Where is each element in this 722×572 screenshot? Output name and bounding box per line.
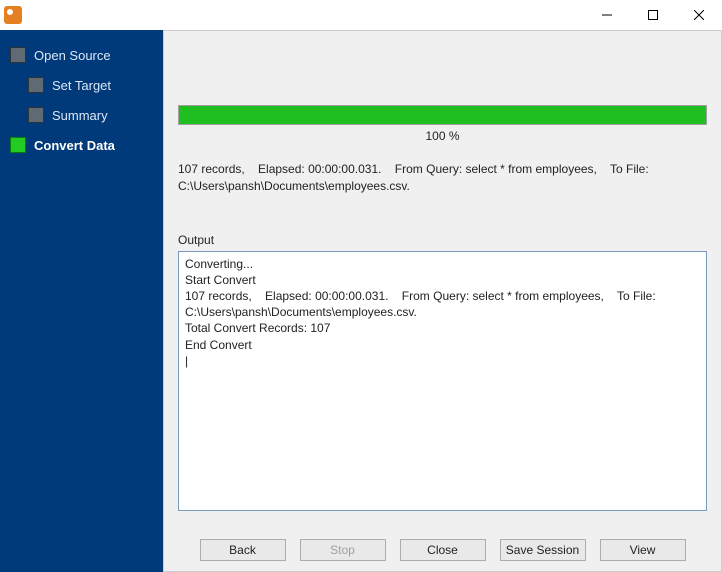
save-session-button[interactable]: Save Session [500,539,586,561]
window-controls [584,0,722,30]
output-textarea[interactable]: Converting...Start Convert107 records, E… [178,251,707,511]
step-label: Open Source [34,48,111,63]
progress-fill [179,106,706,124]
output-label: Output [178,233,707,247]
step-label: Summary [52,108,108,123]
wizard-step-convert-data[interactable]: Convert Data [0,132,163,158]
wizard-step-summary[interactable]: Summary [0,102,163,128]
maximize-button[interactable] [630,0,676,30]
step-label: Convert Data [34,138,115,153]
progress-label: 100 % [178,129,707,143]
back-button[interactable]: Back [200,539,286,561]
step-status-icon [28,77,44,93]
output-line: End Convert [185,337,700,353]
step-status-icon [10,47,26,63]
stop-button: Stop [300,539,386,561]
progress-section: 100 % [178,105,707,143]
summary-text: 107 records, Elapsed: 00:00:00.031. From… [178,161,707,195]
main-panel: 100 % 107 records, Elapsed: 00:00:00.031… [163,30,722,572]
wizard-step-set-target[interactable]: Set Target [0,72,163,98]
output-line: 107 records, Elapsed: 00:00:00.031. From… [185,288,700,320]
output-cursor [185,353,700,369]
wizard-sidebar: Open Source Set Target Summary Convert Data [0,30,163,572]
titlebar-left [0,6,28,24]
output-line: Converting... [185,256,700,272]
step-label: Set Target [52,78,111,93]
minimize-button[interactable] [584,0,630,30]
close-action-button[interactable]: Close [400,539,486,561]
button-row: Back Stop Close Save Session View [178,529,707,561]
output-line: Start Convert [185,272,700,288]
titlebar [0,0,722,30]
output-line: Total Convert Records: 107 [185,320,700,336]
close-button[interactable] [676,0,722,30]
step-status-icon [28,107,44,123]
wizard-step-open-source[interactable]: Open Source [0,42,163,68]
view-button[interactable]: View [600,539,686,561]
progress-bar [178,105,707,125]
step-status-icon [10,137,26,153]
app-icon [4,6,22,24]
